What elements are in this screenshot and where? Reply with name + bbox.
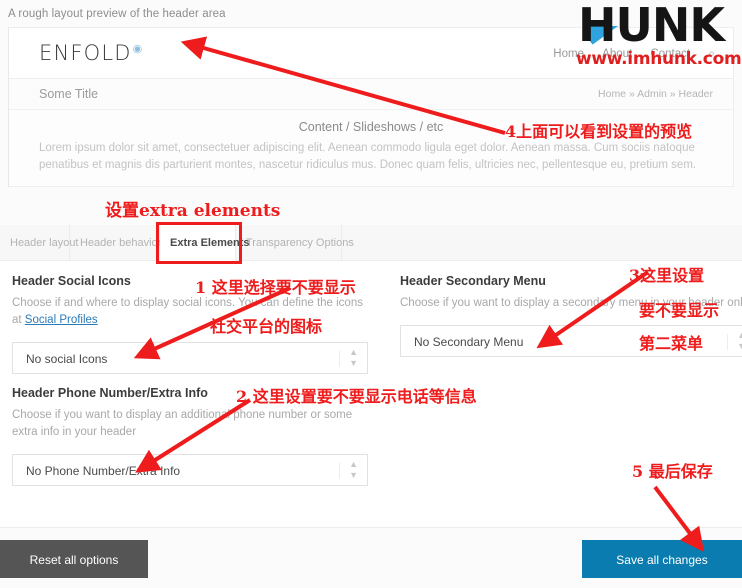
tab-bar: Header layout Header behavior Extra Elem… <box>0 225 742 261</box>
field-desc-social: Choose if and where to display social ic… <box>12 295 372 329</box>
select-header-phone[interactable]: No Phone Number/Extra Info ▲ ▼ <box>12 454 368 486</box>
chevron-updown-icon[interactable]: ▲ ▼ <box>737 330 742 352</box>
field-header-phone: Header Phone Number/Extra Info Choose if… <box>12 386 372 486</box>
field-header-social-icons: Header Social Icons Choose if and where … <box>12 274 372 374</box>
select-header-secondary-menu[interactable]: No Secondary Menu ▲ ▼ <box>400 325 742 357</box>
field-desc-phone: Choose if you want to display an additio… <box>12 409 353 438</box>
tab-header-layout[interactable]: Header layout <box>0 225 79 261</box>
field-header-secondary-menu: Header Secondary Menu Choose if you want… <box>400 274 742 357</box>
preview-logo-text: ENFOLD <box>39 41 132 65</box>
chevron-updown-icon[interactable]: ▲ ▼ <box>349 347 358 369</box>
field-title-secondary-menu: Header Secondary Menu <box>400 274 546 288</box>
settings-page: A rough layout preview of the header are… <box>0 0 742 588</box>
reset-all-options-button[interactable]: Reset all options <box>0 540 148 578</box>
preview-content: Content / Slideshows / etc Lorem ipsum d… <box>9 110 733 185</box>
select-separator <box>727 334 728 350</box>
logo-mark-icon: ◉ <box>132 42 144 55</box>
preview-content-heading: Content / Slideshows / etc <box>298 120 444 134</box>
preview-logo: ENFOLD◉ <box>39 41 143 65</box>
tab-header-behavior[interactable]: Header behavior <box>70 225 161 261</box>
tab-extra-elements[interactable]: Extra Elements <box>160 225 249 261</box>
field-title-phone: Header Phone Number/Extra Info <box>12 386 208 400</box>
select-separator <box>339 463 340 479</box>
select-header-social-icons[interactable]: No social Icons ▲ ▼ <box>12 342 368 374</box>
select-separator <box>339 351 340 367</box>
field-desc-secondary-menu: Choose if you want to display a secondar… <box>400 297 742 309</box>
preview-content-body: Lorem ipsum dolor sit amet, consectetuer… <box>39 142 697 171</box>
social-profiles-link[interactable]: Social Profiles <box>25 314 98 326</box>
preview-page-title: Some Title <box>39 87 99 101</box>
nav-item-about[interactable]: About <box>602 48 632 60</box>
chevron-updown-icon[interactable]: ▲ ▼ <box>349 459 358 481</box>
panel-footer: Reset all options Save all changes <box>0 527 742 588</box>
search-icon[interactable]: ⌕ <box>708 46 715 60</box>
breadcrumb: Home » Admin » Header <box>598 88 713 100</box>
nav-item-home[interactable]: Home <box>553 48 584 60</box>
preview-topbar: ENFOLD◉ Home About Contact ⌕ <box>9 28 733 79</box>
nav-item-contact[interactable]: Contact <box>650 48 690 60</box>
field-title-social: Header Social Icons <box>12 274 131 288</box>
header-preview-box: ENFOLD◉ Home About Contact ⌕ Some Title … <box>8 27 734 187</box>
select-value-social: No social Icons <box>26 352 108 366</box>
settings-panel: Header Social Icons Choose if and where … <box>0 261 742 527</box>
preview-titlebar: Some Title Home » Admin » Header <box>9 79 733 110</box>
annotation-extra-elements: 设置extra elements <box>105 201 281 221</box>
tab-transparency-options[interactable]: Transparency Options <box>236 225 354 261</box>
preview-caption: A rough layout preview of the header are… <box>8 8 226 20</box>
preview-nav: Home About Contact ⌕ <box>538 46 715 61</box>
select-value-secondary-menu: No Secondary Menu <box>414 335 524 349</box>
save-all-changes-button[interactable]: Save all changes <box>582 540 742 578</box>
select-value-phone: No Phone Number/Extra Info <box>26 464 181 478</box>
